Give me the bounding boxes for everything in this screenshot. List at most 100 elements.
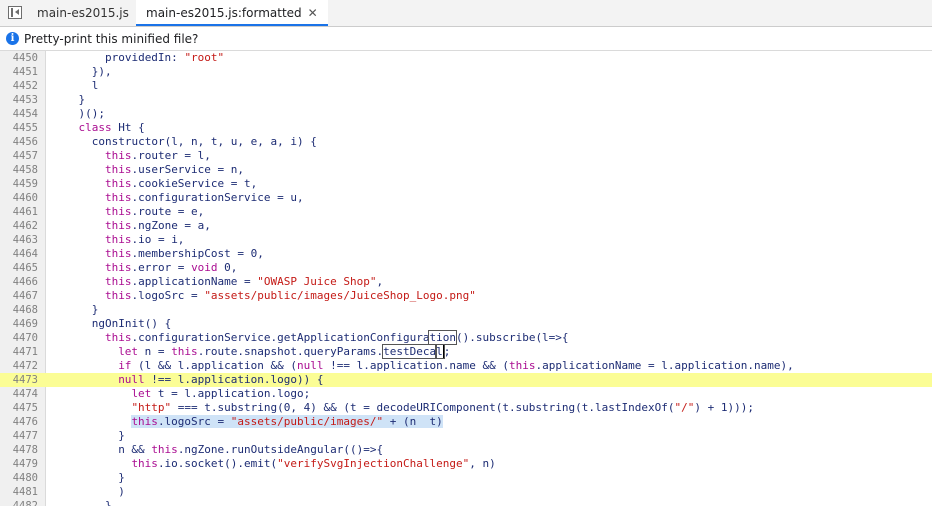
keyword-token: null [297, 359, 324, 372]
string-token: "assets/public/images/JuiceShop_Logo.png… [204, 289, 476, 302]
token: } [91, 303, 99, 316]
keyword-token: this [104, 247, 132, 260]
code-text[interactable]: }), [92, 65, 112, 79]
token: ().subscribe(l=>{ [455, 331, 569, 344]
line-number[interactable]: 4480 [0, 471, 38, 485]
code-text[interactable]: } [105, 499, 112, 506]
close-tab-icon[interactable]: ✕ [308, 6, 318, 20]
code-line: 4475 "http" === t.substring(0, 4) && (t =… [0, 401, 932, 415]
code-text[interactable]: constructor(l, n, t, u, e, a, i) { [92, 135, 317, 149]
line-number[interactable]: 4473 [0, 373, 38, 387]
code-text[interactable]: } [78, 93, 85, 107]
line-number[interactable]: 4458 [0, 163, 38, 177]
keyword-token: this [104, 289, 132, 302]
line-number[interactable]: 4467 [0, 289, 38, 303]
code-line: 4478 n && this.ngZone.runOutsideAngular((… [0, 443, 932, 457]
code-text[interactable]: ngOnInit() { [92, 317, 171, 331]
line-number[interactable]: 4450 [0, 51, 38, 65]
code-text[interactable]: this.userService = n, [105, 163, 244, 177]
code-line: 4463 this.io = i, [0, 233, 932, 247]
line-number[interactable]: 4478 [0, 443, 38, 457]
line-number[interactable]: 4459 [0, 177, 38, 191]
code-text[interactable]: if (l && l.application && (null !== l.ap… [118, 359, 794, 373]
code-text[interactable]: this.applicationName = "OWASP Juice Shop… [105, 275, 383, 289]
line-number[interactable]: 4472 [0, 359, 38, 373]
code-text[interactable]: this.configurationService = u, [105, 191, 304, 205]
toggle-navigator-icon[interactable] [8, 6, 22, 19]
line-number[interactable]: 4464 [0, 247, 38, 261]
line-number[interactable]: 4470 [0, 331, 38, 345]
code-text[interactable]: n && this.ngZone.runOutsideAngular(()=>{ [118, 443, 383, 457]
token: .logoSrc = [157, 415, 231, 428]
token: .io = i, [131, 233, 185, 246]
code-text[interactable]: l [92, 79, 99, 93]
code-text[interactable]: class Ht { [78, 121, 144, 135]
code-text[interactable]: this.error = void 0, [105, 261, 237, 275]
code-text[interactable]: this.configurationService.getApplication… [105, 330, 569, 345]
code-text[interactable]: this.logoSrc = "assets/public/images/Jui… [105, 289, 476, 303]
token: .configurationService = u, [131, 191, 304, 204]
code-text[interactable]: this.io = i, [105, 233, 184, 247]
code-text[interactable]: } [118, 471, 125, 485]
pretty-print-infobar: i Pretty-print this minified file? [0, 27, 932, 51]
code-text[interactable]: this.logoSrc = "assets/public/images/" +… [131, 415, 443, 429]
line-number[interactable]: 4455 [0, 121, 38, 135]
keyword-token: this [151, 443, 178, 456]
code-text[interactable]: } [92, 303, 99, 317]
code-text[interactable]: this.route = e, [105, 205, 204, 219]
line-number[interactable]: 4469 [0, 317, 38, 331]
line-number[interactable]: 4460 [0, 191, 38, 205]
code-text[interactable]: this.router = l, [105, 149, 211, 163]
code-text[interactable]: this.membershipCost = 0, [105, 247, 264, 261]
keyword-token: this [104, 177, 132, 190]
tab-main-es2015-js-formatted[interactable]: main-es2015.js:formatted ✕ [136, 0, 328, 26]
code-line: 4453} [0, 93, 932, 107]
code-text[interactable]: null !== l.application.logo)) { [118, 373, 323, 387]
code-line: 4467 this.logoSrc = "assets/public/images… [0, 289, 932, 303]
line-number[interactable]: 4454 [0, 107, 38, 121]
keyword-token: this [508, 359, 536, 372]
code-text[interactable]: this.cookieService = t, [105, 177, 257, 191]
code-text[interactable]: this.io.socket().emit("verifySvgInjectio… [131, 457, 495, 471]
code-text[interactable]: "http" === t.substring(0, 4) && (t = dec… [131, 401, 754, 415]
line-number[interactable]: 4466 [0, 275, 38, 289]
code-line: 4450 providedIn: "root" [0, 51, 932, 65]
pretty-print-prompt[interactable]: Pretty-print this minified file? [24, 27, 198, 51]
line-number[interactable]: 4465 [0, 261, 38, 275]
line-number[interactable]: 4452 [0, 79, 38, 93]
line-number[interactable]: 4482 [0, 499, 38, 506]
code-text[interactable]: ) [118, 485, 125, 499]
code-line: 4456 constructor(l, n, t, u, e, a, i) { [0, 135, 932, 149]
line-number[interactable]: 4479 [0, 457, 38, 471]
line-number[interactable]: 4456 [0, 135, 38, 149]
line-number[interactable]: 4471 [0, 345, 38, 359]
token: "assets/public/images/" [230, 415, 384, 428]
code-text[interactable]: this.ngZone = a, [105, 219, 211, 233]
line-number[interactable]: 4475 [0, 401, 38, 415]
line-number[interactable]: 4457 [0, 149, 38, 163]
line-number[interactable]: 4476 [0, 415, 38, 429]
code-text[interactable]: } [118, 429, 125, 443]
line-number[interactable]: 4463 [0, 233, 38, 247]
string-token: "OWASP Juice Shop" [257, 275, 377, 288]
code-text[interactable]: let n = this.route.snapshot.queryParams.… [118, 344, 450, 359]
token: + (n [383, 415, 423, 428]
line-number[interactable]: 4461 [0, 205, 38, 219]
line-number[interactable]: 4481 [0, 485, 38, 499]
keyword-token: void [191, 261, 218, 274]
line-number[interactable]: 4462 [0, 219, 38, 233]
tab-main-es2015-js[interactable]: main-es2015.js [27, 0, 139, 26]
token: ) + 1))); [694, 401, 754, 414]
code-line: 4479 this.io.socket().emit("verifySvgInje… [0, 457, 932, 471]
line-number[interactable]: 4477 [0, 429, 38, 443]
line-number[interactable]: 4451 [0, 65, 38, 79]
line-number[interactable]: 4453 [0, 93, 38, 107]
code-editor[interactable]: 4450 providedIn: "root" 4451}), 4452 l 4453} 4… [0, 51, 932, 506]
code-text[interactable]: providedIn: "root" [105, 51, 224, 65]
code-line: 4474 let t = l.application.logo; [0, 387, 932, 401]
tab-label: main-es2015.js [37, 6, 129, 20]
line-number[interactable]: 4468 [0, 303, 38, 317]
line-number[interactable]: 4474 [0, 387, 38, 401]
code-text[interactable]: )(); [78, 107, 105, 121]
code-text[interactable]: let t = l.application.logo; [131, 387, 310, 401]
